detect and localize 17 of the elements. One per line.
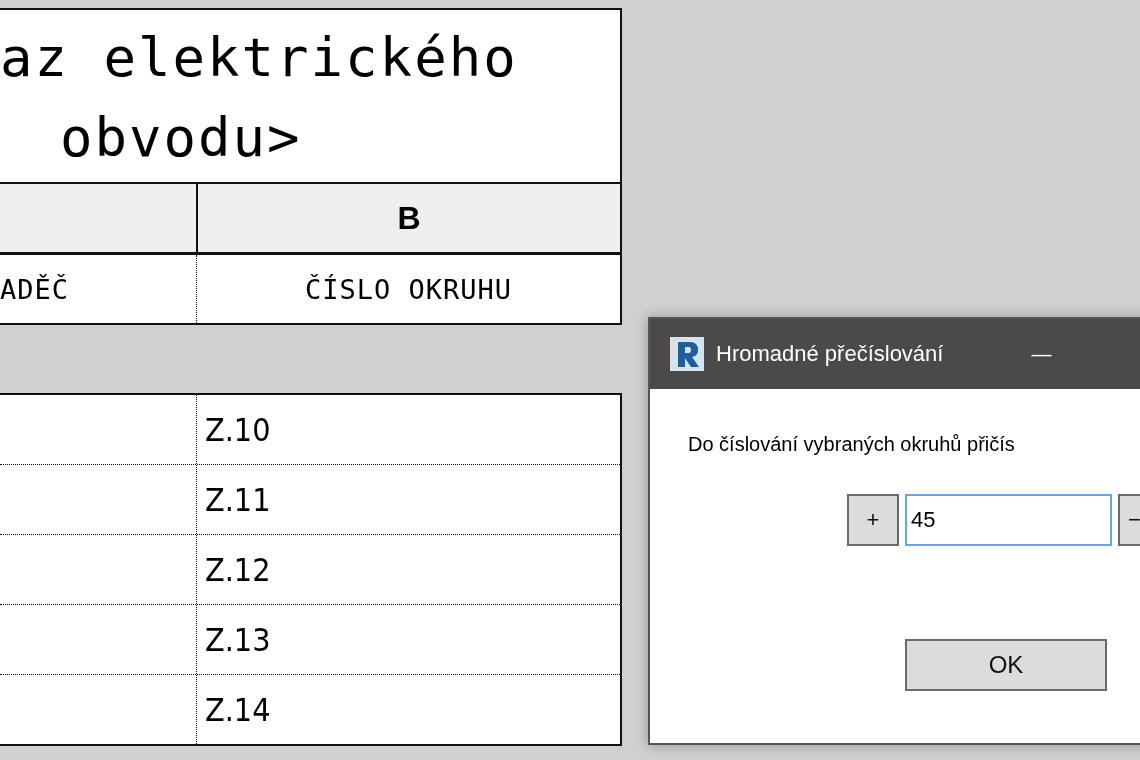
minimize-button[interactable]: — (1031, 342, 1052, 366)
schedule-title: obvodu> (59, 105, 303, 171)
input-field[interactable]: 45 (905, 494, 1112, 546)
table-cell-text: Z.12 (204, 549, 272, 591)
table-cell-text: Z.10 (204, 409, 272, 451)
table-cell-text: Z.13 (204, 619, 272, 661)
ok-button[interactable]: OK (905, 639, 1107, 691)
plus-button[interactable]: + (847, 494, 899, 546)
column-heading: ADĚČ (0, 255, 197, 323)
app-logo-icon (670, 337, 704, 371)
prompt-text: Do číslování vybraných okruhů přičís (688, 433, 1016, 456)
dialog-title: Hromadné přečíslování (716, 341, 944, 367)
table-cell-text: Z.11 (204, 479, 272, 521)
table-cell-text: Z.14 (204, 689, 272, 731)
column-heading: ČÍSLO OKRUHU (303, 272, 514, 307)
minus-button[interactable]: − (1118, 494, 1140, 546)
schedule-title: az elektrického (0, 25, 519, 91)
